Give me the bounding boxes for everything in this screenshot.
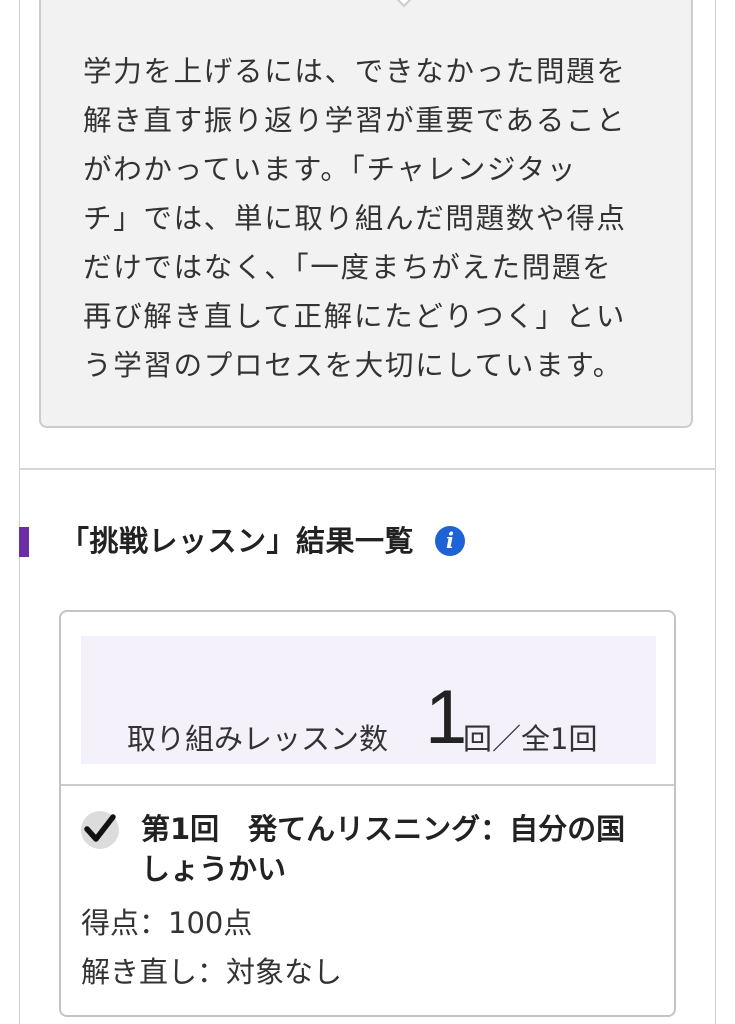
- summary-count: 1: [425, 675, 468, 760]
- section-title: 「挑戦レッスン」結果一覧: [60, 524, 415, 558]
- info-icon[interactable]: i: [435, 526, 465, 556]
- checkmark-icon: [81, 811, 119, 849]
- lesson-score: 得点：100点: [81, 906, 253, 940]
- lesson-title: 第1回 発てんリスニング：自分の国しょうかい: [141, 812, 626, 886]
- content-border-right: [715, 0, 716, 1024]
- info-callout: 学力を上げるには、できなかった問題を 解き直す振り返り学習が重要であること がわ…: [39, 0, 693, 428]
- lesson-retry-status: 解き直し：対象なし: [81, 955, 343, 989]
- checkmark-glyph: [84, 814, 116, 842]
- summary-total: 回／全1回: [463, 722, 598, 756]
- info-callout-text: 学力を上げるには、できなかった問題を 解き直す振り返り学習が重要であること がわ…: [83, 55, 627, 382]
- callout-pointer: [393, 0, 415, 19]
- content-border-left: [19, 0, 20, 1024]
- section-divider: [19, 468, 716, 470]
- section-marker: [19, 527, 29, 557]
- lesson-results-card: 取り組みレッスン数 1 回／全1回 第1回 発てんリスニング：自分の国しょうかい…: [59, 610, 676, 1017]
- card-divider: [61, 784, 674, 786]
- summary-label: 取り組みレッスン数: [127, 722, 389, 756]
- lesson-summary: 取り組みレッスン数 1 回／全1回: [81, 636, 656, 764]
- page: 学力を上げるには、できなかった問題を 解き直す振り返り学習が重要であること がわ…: [0, 0, 735, 1024]
